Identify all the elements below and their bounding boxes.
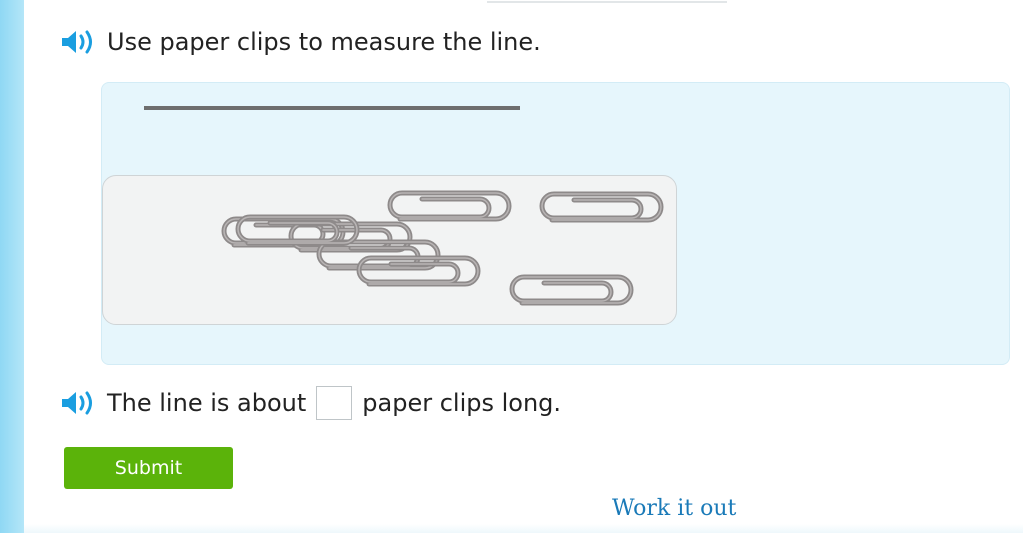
answer-prefix: The line is about xyxy=(107,389,307,417)
paper-clip-icon[interactable] xyxy=(390,193,509,219)
bottom-shadow xyxy=(24,524,1023,533)
paper-clip-icon[interactable] xyxy=(512,277,631,303)
submit-button[interactable]: Submit xyxy=(64,447,233,489)
paper-clip-icon[interactable] xyxy=(542,194,661,220)
answer-row: The line is about paper clips long. xyxy=(61,386,561,420)
work-it-out-link[interactable]: Work it out xyxy=(612,496,736,521)
answer-suffix: paper clips long. xyxy=(362,389,562,417)
speaker-icon[interactable] xyxy=(61,389,97,417)
paper-clip-icon[interactable] xyxy=(359,258,478,284)
answer-input[interactable] xyxy=(316,386,353,420)
